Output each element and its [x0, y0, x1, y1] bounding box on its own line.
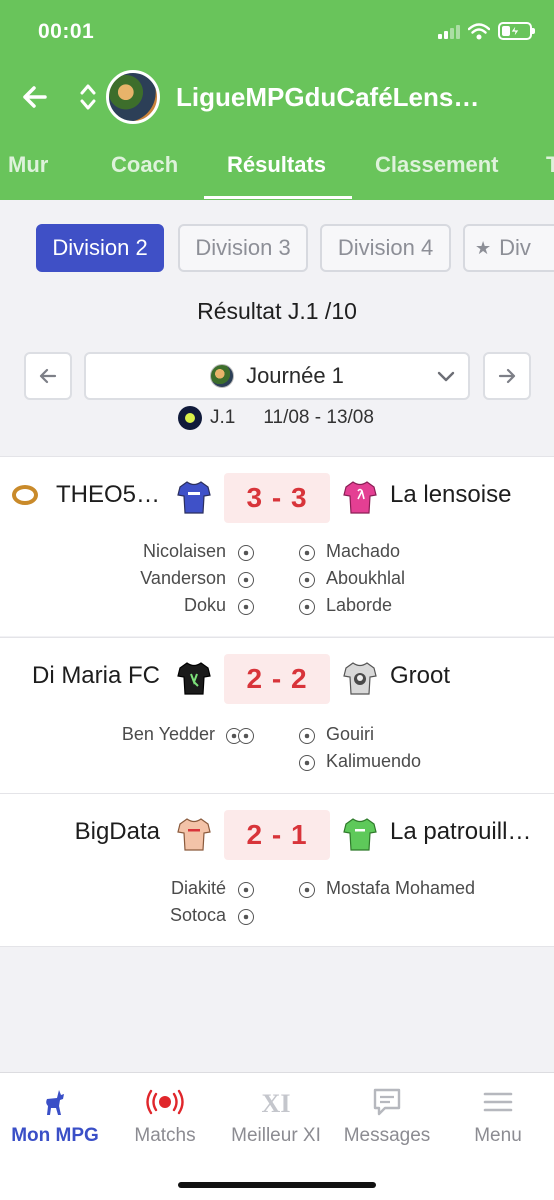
goal-ball-icon — [299, 728, 315, 744]
match-score: 3 - 3 — [224, 473, 330, 523]
ring-bonus-icon — [12, 485, 38, 505]
goal-ball-icon — [299, 572, 315, 588]
away-scorer: Machado — [326, 541, 401, 561]
chip-division-3[interactable]: Division 3 — [178, 224, 308, 272]
wifi-icon — [468, 22, 490, 39]
back-arrow-icon[interactable] — [20, 82, 50, 112]
nav-label: Mon MPG — [11, 1125, 99, 1146]
nav-messages[interactable]: Messages — [332, 1085, 442, 1147]
result-title: Résultat J.1 /10 — [197, 298, 357, 324]
league-switch-icon[interactable] — [76, 80, 100, 114]
away-scorer: Laborde — [326, 595, 393, 615]
home-scorer: Nicolaisen — [142, 541, 226, 561]
home-team-name: Di Maria FC — [31, 662, 160, 689]
battery-icon — [498, 22, 535, 40]
tab-resultats[interactable]: Résultats — [227, 152, 326, 178]
away-scorer: Gouiri — [326, 724, 375, 744]
day-select[interactable]: Journée 1 — [84, 352, 470, 400]
match-score: 2 - 2 — [224, 654, 330, 704]
goal-ball-icon — [299, 545, 315, 561]
round-label: J.1 — [210, 407, 236, 428]
goal-ball-icon — [238, 882, 254, 898]
home-indicator[interactable] — [178, 1182, 376, 1188]
active-tab-indicator — [204, 196, 352, 199]
match-score: 2 - 1 — [224, 810, 330, 860]
match-card[interactable]: BigData 2 - 1 La patrouill… Diakité Soto… — [0, 793, 554, 947]
home-scorer: Diakité — [170, 878, 226, 898]
next-day-button[interactable] — [483, 352, 531, 400]
message-icon — [367, 1085, 407, 1119]
goat-icon — [35, 1085, 75, 1119]
previous-day-button[interactable] — [24, 352, 72, 400]
round-dates: 11/08 - 13/08 — [263, 407, 374, 428]
status-icons — [438, 22, 535, 40]
nav-label: Matchs — [134, 1125, 196, 1146]
bottom-navigation: Mon MPG Matchs XI Meilleur XI Messages M… — [0, 1072, 554, 1200]
ligue1-logo-icon — [178, 406, 202, 430]
home-jersey-icon — [177, 481, 211, 514]
chip-division-cup-label: Div — [499, 235, 531, 260]
home-scorer: Doku — [183, 595, 226, 615]
nav-matchs[interactable]: Matchs — [110, 1085, 220, 1147]
goal-ball-icon — [299, 755, 315, 771]
nav-menu[interactable]: Menu — [443, 1085, 553, 1147]
home-team-name: BigData — [74, 818, 160, 845]
star-icon: ★ — [475, 237, 492, 258]
status-time: 00:01 — [38, 20, 95, 43]
home-jersey-icon — [177, 662, 211, 695]
away-team-name: La patrouill… — [390, 818, 532, 845]
away-jersey-icon — [343, 662, 377, 695]
match-card[interactable]: THEO5… 3 - 3 La lensoise Nicolaisen Vand… — [0, 456, 554, 636]
league-avatar[interactable] — [106, 70, 160, 124]
away-jersey-icon — [343, 818, 377, 851]
day-select-value: Journée 1 — [246, 363, 344, 388]
nav-mon-mpg[interactable]: Mon MPG — [0, 1085, 110, 1147]
home-scorer: Ben Yedder — [121, 724, 215, 744]
goal-ball-icon — [299, 882, 315, 898]
tab-coach[interactable]: Coach — [111, 152, 178, 178]
home-jersey-icon — [177, 818, 211, 851]
away-team-name: La lensoise — [390, 481, 512, 508]
nav-meilleur-xi[interactable]: XI Meilleur XI — [221, 1085, 331, 1147]
away-jersey-icon — [343, 481, 377, 514]
signal-icon — [438, 23, 460, 39]
chip-division-4[interactable]: Division 4 — [320, 224, 451, 272]
svg-text:XI: XI — [262, 1089, 291, 1116]
league-icon — [210, 364, 235, 388]
round-info: J.1 11/08 - 13/08 — [178, 406, 374, 430]
tab-mur[interactable]: Mur — [8, 152, 48, 178]
arrow-left-icon — [39, 368, 57, 384]
away-scorer: Aboukhlal — [326, 568, 406, 588]
division-selector: Division 2 Division 3 Division 4 ★ Div — [0, 224, 554, 272]
menu-icon — [478, 1085, 518, 1119]
goal-ball-icon — [238, 599, 254, 615]
chip-division-2[interactable]: Division 2 — [36, 224, 164, 272]
tab-bar: Mur Coach Résultats Classement T — [0, 146, 554, 200]
arrow-right-icon — [498, 368, 516, 384]
match-card[interactable]: Di Maria FC 2 - 2 Groot Ben Yedder Gouir… — [0, 637, 554, 793]
away-scorer: Mostafa Mohamed — [326, 878, 476, 898]
goal-ball-icon — [299, 599, 315, 615]
goal-ball-icon — [238, 572, 254, 588]
home-scorer: Vanderson — [140, 568, 226, 588]
goal-ball-icon — [238, 909, 254, 925]
tab-next[interactable]: T — [546, 152, 554, 178]
chevron-down-icon — [437, 371, 455, 382]
goal-ball-icon — [238, 728, 254, 744]
home-scorer: Sotoca — [169, 905, 226, 925]
home-team-name: THEO5… — [55, 481, 160, 508]
chip-division-cup[interactable]: ★ Div — [463, 224, 554, 272]
goal-ball-icon — [238, 545, 254, 561]
xi-icon: XI — [256, 1085, 296, 1119]
app-header: 00:01 LigueMPGduCaféLens… Mur Coach Résu… — [0, 0, 554, 200]
nav-label: Menu — [474, 1125, 522, 1146]
nav-label: Messages — [343, 1125, 431, 1146]
away-team-name: Groot — [390, 662, 451, 689]
away-scorer: Kalimuendo — [326, 751, 422, 771]
nav-label: Meilleur XI — [231, 1125, 321, 1146]
league-name[interactable]: LigueMPGduCaféLens… — [176, 82, 479, 113]
tab-classement[interactable]: Classement — [375, 152, 499, 178]
live-icon — [145, 1085, 185, 1119]
